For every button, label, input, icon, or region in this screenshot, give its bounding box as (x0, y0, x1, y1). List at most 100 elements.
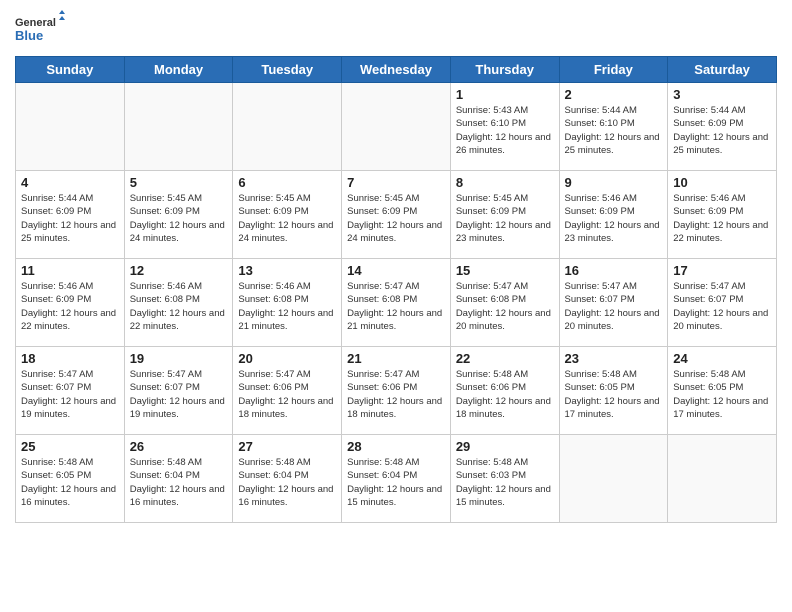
day-info: Sunrise: 5:45 AMSunset: 6:09 PMDaylight:… (456, 192, 554, 245)
calendar-day-header: Saturday (668, 57, 777, 83)
day-info: Sunrise: 5:46 AMSunset: 6:09 PMDaylight:… (673, 192, 771, 245)
calendar-day-header: Thursday (450, 57, 559, 83)
day-number: 2 (565, 87, 663, 102)
calendar-cell: 17 Sunrise: 5:47 AMSunset: 6:07 PMDayligh… (668, 259, 777, 347)
day-info: Sunrise: 5:47 AMSunset: 6:07 PMDaylight:… (130, 368, 228, 421)
day-info: Sunrise: 5:48 AMSunset: 6:05 PMDaylight:… (21, 456, 119, 509)
day-info: Sunrise: 5:45 AMSunset: 6:09 PMDaylight:… (347, 192, 445, 245)
day-number: 23 (565, 351, 663, 366)
calendar-cell: 26 Sunrise: 5:48 AMSunset: 6:04 PMDayligh… (124, 435, 233, 523)
day-info: Sunrise: 5:48 AMSunset: 6:04 PMDaylight:… (347, 456, 445, 509)
day-info: Sunrise: 5:46 AMSunset: 6:08 PMDaylight:… (130, 280, 228, 333)
day-number: 13 (238, 263, 336, 278)
day-number: 21 (347, 351, 445, 366)
calendar-cell: 8 Sunrise: 5:45 AMSunset: 6:09 PMDaylight… (450, 171, 559, 259)
day-number: 5 (130, 175, 228, 190)
day-number: 14 (347, 263, 445, 278)
calendar-cell: 7Sunrise: 5:45 AMSunset: 6:09 PMDaylight… (342, 171, 451, 259)
day-number: 27 (238, 439, 336, 454)
calendar-week-row: 1 Sunrise: 5:43 AMSunset: 6:10 PMDaylight… (16, 83, 777, 171)
page: General Blue SundayMondayTuesdayWednesda… (0, 0, 792, 612)
calendar-week-row: 25 Sunrise: 5:48 AMSunset: 6:05 PMDayligh… (16, 435, 777, 523)
day-info: Sunrise: 5:47 AMSunset: 6:06 PMDaylight:… (238, 368, 336, 421)
calendar-cell: 2 Sunrise: 5:44 AMSunset: 6:10 PMDaylight… (559, 83, 668, 171)
day-info: Sunrise: 5:45 AMSunset: 6:09 PMDaylight:… (238, 192, 336, 245)
day-number: 8 (456, 175, 554, 190)
day-number: 4 (21, 175, 119, 190)
calendar-cell (233, 83, 342, 171)
day-info: Sunrise: 5:43 AMSunset: 6:10 PMDaylight:… (456, 104, 554, 157)
day-info: Sunrise: 5:48 AMSunset: 6:06 PMDaylight:… (456, 368, 554, 421)
calendar-cell (342, 83, 451, 171)
day-number: 12 (130, 263, 228, 278)
day-number: 26 (130, 439, 228, 454)
day-number: 25 (21, 439, 119, 454)
calendar-cell (559, 435, 668, 523)
calendar-day-header: Monday (124, 57, 233, 83)
day-number: 9 (565, 175, 663, 190)
calendar-cell: 22Sunrise: 5:48 AMSunset: 6:06 PMDayligh… (450, 347, 559, 435)
day-info: Sunrise: 5:47 AMSunset: 6:06 PMDaylight:… (347, 368, 445, 421)
day-number: 1 (456, 87, 554, 102)
day-info: Sunrise: 5:48 AMSunset: 6:04 PMDaylight:… (130, 456, 228, 509)
day-info: Sunrise: 5:44 AMSunset: 6:09 PMDaylight:… (673, 104, 771, 157)
day-number: 28 (347, 439, 445, 454)
calendar-cell: 14 Sunrise: 5:47 AMSunset: 6:08 PMDayligh… (342, 259, 451, 347)
calendar-cell: 20 Sunrise: 5:47 AMSunset: 6:06 PMDayligh… (233, 347, 342, 435)
calendar: SundayMondayTuesdayWednesdayThursdayFrid… (15, 56, 777, 523)
day-info: Sunrise: 5:47 AMSunset: 6:08 PMDaylight:… (347, 280, 445, 333)
calendar-cell: 15Sunrise: 5:47 AMSunset: 6:08 PMDayligh… (450, 259, 559, 347)
logo-svg: General Blue (15, 10, 65, 48)
day-number: 20 (238, 351, 336, 366)
day-info: Sunrise: 5:48 AMSunset: 6:03 PMDaylight:… (456, 456, 554, 509)
logo: General Blue (15, 10, 65, 48)
calendar-cell: 9 Sunrise: 5:46 AMSunset: 6:09 PMDaylight… (559, 171, 668, 259)
day-info: Sunrise: 5:47 AMSunset: 6:07 PMDaylight:… (21, 368, 119, 421)
calendar-cell: 13Sunrise: 5:46 AMSunset: 6:08 PMDayligh… (233, 259, 342, 347)
day-number: 29 (456, 439, 554, 454)
day-number: 24 (673, 351, 771, 366)
calendar-cell: 27 Sunrise: 5:48 AMSunset: 6:04 PMDayligh… (233, 435, 342, 523)
calendar-day-header: Sunday (16, 57, 125, 83)
calendar-week-row: 11 Sunrise: 5:46 AMSunset: 6:09 PMDayligh… (16, 259, 777, 347)
calendar-day-header: Tuesday (233, 57, 342, 83)
calendar-cell: 11 Sunrise: 5:46 AMSunset: 6:09 PMDayligh… (16, 259, 125, 347)
day-number: 16 (565, 263, 663, 278)
calendar-header-row: SundayMondayTuesdayWednesdayThursdayFrid… (16, 57, 777, 83)
calendar-cell: 1 Sunrise: 5:43 AMSunset: 6:10 PMDaylight… (450, 83, 559, 171)
calendar-cell: 6 Sunrise: 5:45 AMSunset: 6:09 PMDaylight… (233, 171, 342, 259)
calendar-cell: 25 Sunrise: 5:48 AMSunset: 6:05 PMDayligh… (16, 435, 125, 523)
calendar-cell (16, 83, 125, 171)
day-number: 17 (673, 263, 771, 278)
calendar-cell (668, 435, 777, 523)
day-info: Sunrise: 5:48 AMSunset: 6:05 PMDaylight:… (673, 368, 771, 421)
header: General Blue (15, 10, 777, 48)
day-info: Sunrise: 5:48 AMSunset: 6:05 PMDaylight:… (565, 368, 663, 421)
day-number: 19 (130, 351, 228, 366)
day-info: Sunrise: 5:47 AMSunset: 6:08 PMDaylight:… (456, 280, 554, 333)
day-info: Sunrise: 5:46 AMSunset: 6:09 PMDaylight:… (21, 280, 119, 333)
calendar-cell: 28 Sunrise: 5:48 AMSunset: 6:04 PMDayligh… (342, 435, 451, 523)
day-number: 11 (21, 263, 119, 278)
calendar-cell (124, 83, 233, 171)
day-info: Sunrise: 5:44 AMSunset: 6:10 PMDaylight:… (565, 104, 663, 157)
day-info: Sunrise: 5:45 AMSunset: 6:09 PMDaylight:… (130, 192, 228, 245)
day-number: 3 (673, 87, 771, 102)
day-number: 10 (673, 175, 771, 190)
calendar-body: 1 Sunrise: 5:43 AMSunset: 6:10 PMDaylight… (16, 83, 777, 523)
calendar-day-header: Friday (559, 57, 668, 83)
calendar-week-row: 18Sunrise: 5:47 AMSunset: 6:07 PMDayligh… (16, 347, 777, 435)
calendar-day-header: Wednesday (342, 57, 451, 83)
calendar-cell: 12 Sunrise: 5:46 AMSunset: 6:08 PMDayligh… (124, 259, 233, 347)
day-info: Sunrise: 5:44 AMSunset: 6:09 PMDaylight:… (21, 192, 119, 245)
day-info: Sunrise: 5:48 AMSunset: 6:04 PMDaylight:… (238, 456, 336, 509)
calendar-cell: 19 Sunrise: 5:47 AMSunset: 6:07 PMDayligh… (124, 347, 233, 435)
calendar-cell: 16Sunrise: 5:47 AMSunset: 6:07 PMDayligh… (559, 259, 668, 347)
calendar-cell: 10 Sunrise: 5:46 AMSunset: 6:09 PMDayligh… (668, 171, 777, 259)
calendar-cell: 5 Sunrise: 5:45 AMSunset: 6:09 PMDaylight… (124, 171, 233, 259)
day-info: Sunrise: 5:47 AMSunset: 6:07 PMDaylight:… (673, 280, 771, 333)
calendar-cell: 21 Sunrise: 5:47 AMSunset: 6:06 PMDayligh… (342, 347, 451, 435)
day-number: 6 (238, 175, 336, 190)
calendar-cell: 3 Sunrise: 5:44 AMSunset: 6:09 PMDaylight… (668, 83, 777, 171)
day-info: Sunrise: 5:46 AMSunset: 6:09 PMDaylight:… (565, 192, 663, 245)
